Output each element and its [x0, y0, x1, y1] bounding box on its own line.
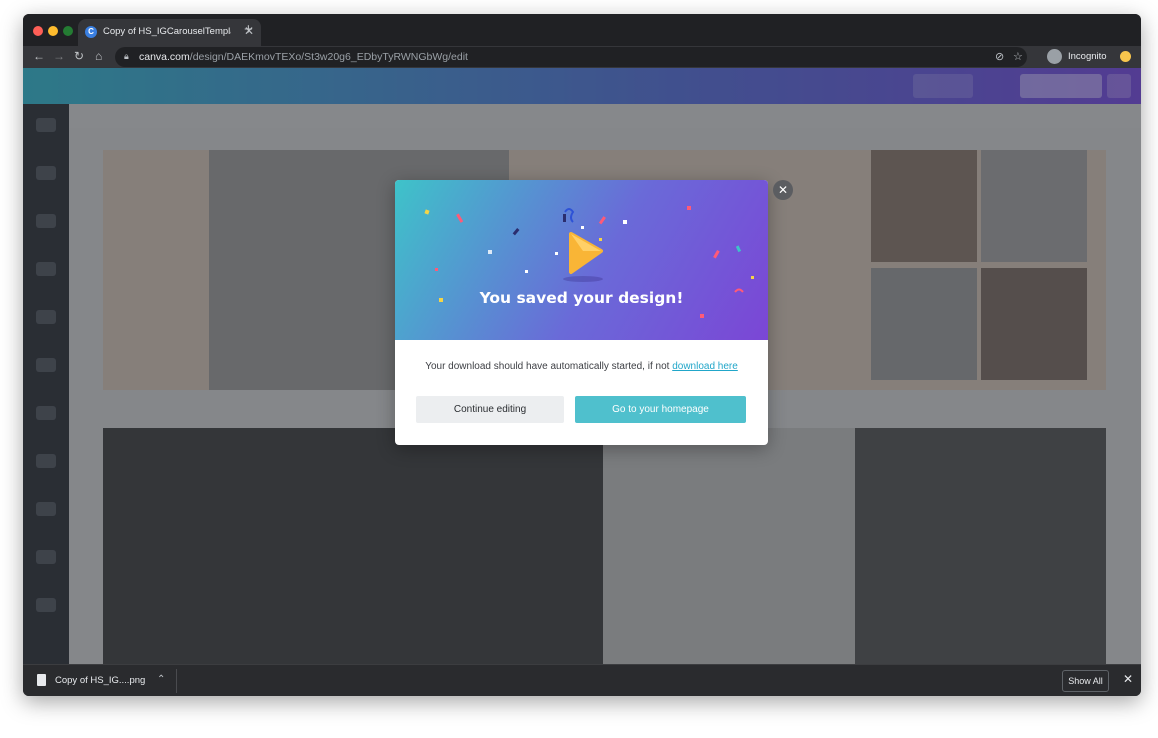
window-maximize-button[interactable]	[63, 26, 73, 36]
home-icon[interactable]: ⌂	[95, 49, 102, 63]
reload-icon[interactable]: ↻	[74, 49, 84, 63]
file-icon	[37, 674, 46, 686]
modal-hero: You saved your design!	[395, 180, 768, 340]
browser-toolbar: ← → ↻ ⌂ 🔒︎ canva.com/design/DAEKmovTEXo/…	[23, 46, 1141, 68]
url-text[interactable]: canva.com/design/DAEKmovTEXo/St3w20g6_ED…	[139, 51, 468, 63]
star-icon[interactable]: ☆	[1013, 50, 1023, 63]
shelf-divider	[176, 669, 177, 693]
lock-icon: 🔒︎	[124, 51, 129, 61]
back-icon[interactable]: ←	[33, 49, 45, 63]
downloaded-file-name[interactable]: Copy of HS_IG....png	[55, 675, 145, 686]
browser-tab-active[interactable]: C Copy of HS_IGCarouselTempla ✕	[78, 19, 261, 46]
chevron-up-icon[interactable]: ⌃	[157, 674, 165, 685]
show-all-button[interactable]: Show All	[1062, 670, 1109, 692]
browser-window: C Copy of HS_IGCarouselTempla ✕ + ← → ↻ …	[23, 14, 1141, 696]
close-icon[interactable]: ✕	[1123, 672, 1133, 686]
extension-icon[interactable]	[1120, 51, 1131, 62]
incognito-label: Incognito	[1068, 51, 1107, 62]
tab-strip: C Copy of HS_IGCarouselTempla ✕ +	[23, 14, 1141, 46]
new-tab-button[interactable]: +	[244, 21, 253, 38]
confetti-illustration-icon	[424, 206, 754, 318]
canva-favicon-icon: C	[85, 26, 97, 38]
download-shelf: Copy of HS_IG....png ⌃ Show All ✕	[23, 664, 1141, 696]
modal-message-text: Your download should have automatically …	[425, 361, 673, 372]
modal-message: Your download should have automatically …	[395, 361, 768, 372]
eye-off-icon[interactable]: ⊘	[995, 50, 1004, 63]
modal-title: You saved your design!	[479, 289, 684, 307]
modal-close-icon[interactable]: ✕	[773, 180, 793, 200]
window-close-button[interactable]	[33, 26, 43, 36]
incognito-avatar-icon	[1047, 49, 1062, 64]
download-here-link[interactable]: download here	[672, 361, 738, 372]
address-bar[interactable]: 🔒︎ canva.com/design/DAEKmovTEXo/St3w20g6…	[115, 47, 1027, 67]
tab-title: Copy of HS_IGCarouselTempla	[103, 26, 231, 37]
window-minimize-button[interactable]	[48, 26, 58, 36]
continue-editing-button[interactable]: Continue editing	[416, 396, 564, 423]
forward-icon[interactable]: →	[53, 49, 65, 63]
save-confirmation-modal: You saved your design! Your download sho…	[395, 180, 768, 445]
go-to-homepage-button[interactable]: Go to your homepage	[575, 396, 746, 423]
